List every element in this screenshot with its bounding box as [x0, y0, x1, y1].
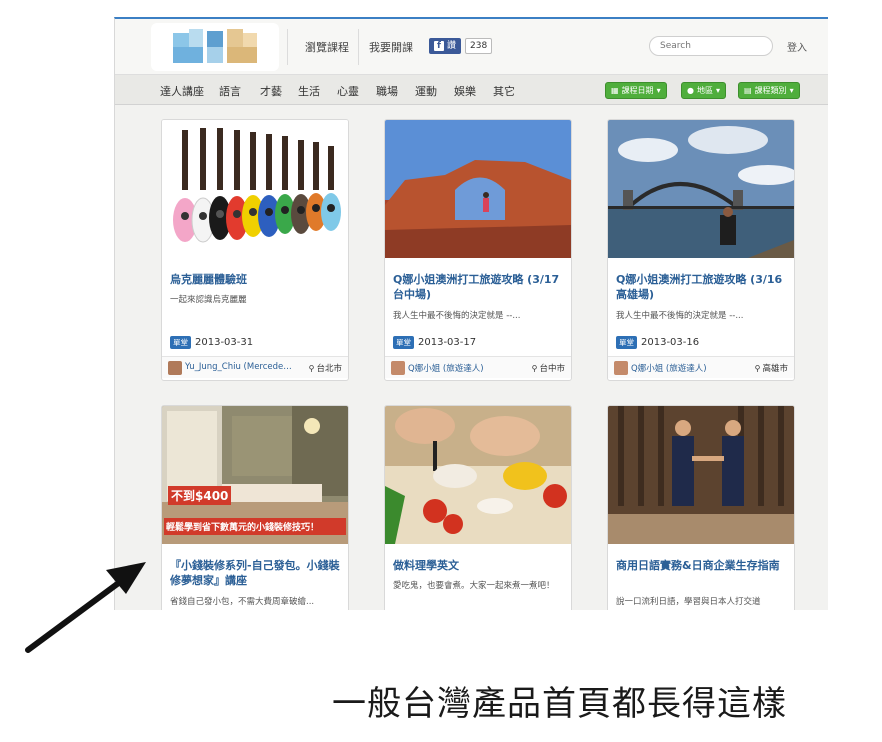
caption-text: 一般台灣產品首頁都長得這樣	[332, 684, 787, 724]
annotation-arrow	[25, 562, 146, 653]
